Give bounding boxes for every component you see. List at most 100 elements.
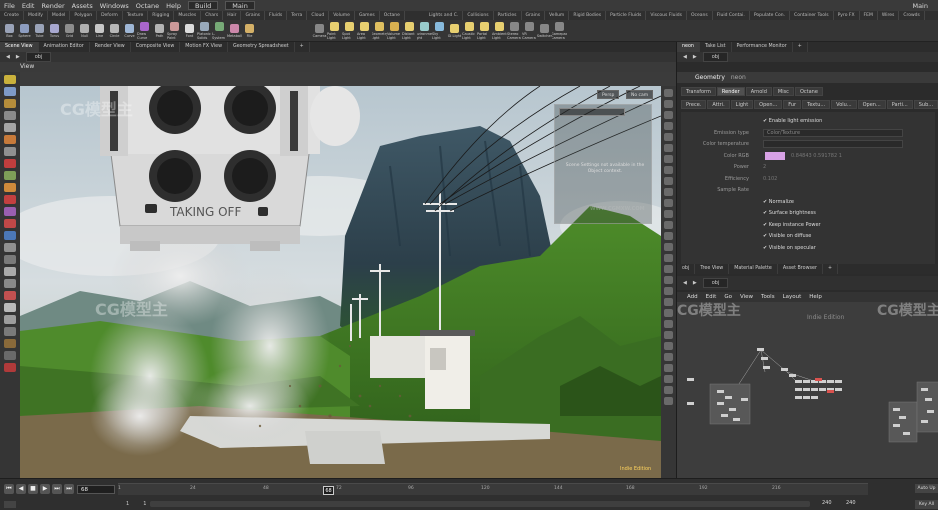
tab-neon[interactable]: neon: [677, 42, 700, 52]
range-start2-label[interactable]: 1: [143, 501, 146, 507]
shelf-tool-volume-light[interactable]: Volume Light: [387, 20, 402, 42]
network-node[interactable]: [835, 380, 842, 383]
network-node[interactable]: [761, 357, 768, 360]
jump-start-icon[interactable]: ⏮: [4, 484, 14, 494]
add-network-tab-button[interactable]: +: [823, 264, 838, 274]
network-node[interactable]: [733, 418, 740, 421]
transform-tool-icon[interactable]: [4, 87, 16, 96]
forward-arrow-icon[interactable]: ▶: [16, 54, 20, 60]
shelf-tool-font[interactable]: Font: [182, 20, 197, 42]
shelf-tab[interactable]: Texture: [123, 11, 149, 20]
network-node[interactable]: [835, 388, 842, 391]
shelf-tab[interactable]: Terra: [287, 11, 308, 20]
range-start-label[interactable]: 1: [126, 501, 129, 507]
network-node[interactable]: [729, 408, 736, 411]
network-node[interactable]: [725, 396, 732, 399]
shelf-tool-environment-light[interactable]: Environment Light: [417, 20, 432, 42]
network-node[interactable]: [903, 432, 910, 435]
network-node[interactable]: [789, 374, 796, 377]
shelf-tool-spot-light[interactable]: Spot Light: [342, 20, 357, 42]
network-node[interactable]: [717, 402, 724, 405]
network-node[interactable]: [803, 388, 810, 391]
display-toggle-17-icon[interactable]: [664, 265, 673, 273]
param-subtab[interactable]: Fur: [783, 100, 802, 109]
shelf-tab[interactable]: Lights and C.: [425, 11, 464, 20]
shelf-tool-spray-paint[interactable]: Spray Paint: [167, 20, 182, 42]
tool-21-icon[interactable]: [4, 315, 16, 324]
shelf-tab[interactable]: Hair: [223, 11, 242, 20]
param-subtab[interactable]: Open...: [754, 100, 783, 109]
net-menu-layout[interactable]: Layout: [783, 292, 802, 302]
param-field[interactable]: Color/Texture: [763, 128, 903, 137]
shelf-tool-vr-camera[interactable]: VR Camera: [522, 20, 537, 42]
shelf-tab[interactable]: Rigid Bodies: [569, 11, 607, 20]
light-icon[interactable]: [4, 303, 16, 312]
shelf-tool-sphere[interactable]: Sphere: [17, 20, 32, 42]
shelf-tab[interactable]: Viscous Fluids: [646, 11, 687, 20]
display-toggle-16-icon[interactable]: [664, 254, 673, 262]
network-node[interactable]: [795, 388, 802, 391]
network-node[interactable]: [893, 408, 900, 411]
play-backward-icon[interactable]: ◀: [16, 484, 26, 494]
shelf-tool-torus[interactable]: Torus: [47, 20, 62, 42]
network-node[interactable]: [921, 420, 928, 423]
param-subtab[interactable]: Sub...: [913, 100, 938, 109]
snap-icon[interactable]: [4, 171, 16, 180]
param-subtab[interactable]: Volu...: [831, 100, 857, 109]
handle-tool-icon[interactable]: [4, 111, 16, 120]
display-toggle-26-icon[interactable]: [664, 364, 673, 372]
param-checkbox[interactable]: ✔ Enable light emission: [763, 116, 822, 126]
network-node[interactable]: [763, 366, 770, 369]
shelf-tab[interactable]: Games: [355, 11, 380, 20]
param-forward-arrow-icon[interactable]: ▶: [693, 54, 697, 60]
jump-end-icon[interactable]: ⏭: [64, 484, 74, 494]
net-menu-go[interactable]: Go: [724, 292, 732, 302]
menu-assets[interactable]: Assets: [72, 2, 93, 10]
tool-25-icon[interactable]: [4, 363, 16, 372]
add-right-tab-button[interactable]: +: [793, 42, 808, 52]
display-options-icon[interactable]: [4, 243, 16, 252]
tab-composite-view[interactable]: Composite View: [131, 42, 181, 52]
pose-tool-icon[interactable]: [4, 99, 16, 108]
shelf-tab[interactable]: Container Tools: [790, 11, 834, 20]
network-node-error[interactable]: [827, 390, 834, 393]
display-toggle-29-icon[interactable]: [664, 397, 673, 405]
tab-scene-view[interactable]: Scene View: [0, 42, 39, 52]
magnet-icon[interactable]: [4, 183, 16, 192]
menu-windows[interactable]: Windows: [100, 2, 129, 10]
scene-settings-field[interactable]: [559, 108, 625, 116]
shelf-tool-gi-light[interactable]: GI Light: [447, 20, 462, 42]
param-field[interactable]: [763, 140, 903, 148]
tool-23-icon[interactable]: [4, 339, 16, 348]
range-end2-label[interactable]: 240: [846, 500, 856, 506]
shelf-tool-grid[interactable]: Grid: [62, 20, 77, 42]
shelf-tab[interactable]: Modify: [24, 11, 48, 20]
display-toggle-28-icon[interactable]: [664, 386, 673, 394]
network-node[interactable]: [819, 388, 826, 391]
network-node-error[interactable]: [815, 378, 822, 381]
shelf-tool-line[interactable]: Line: [92, 20, 107, 42]
network-node[interactable]: [921, 388, 928, 391]
visualize-icon[interactable]: [4, 207, 16, 216]
shelf-tab[interactable]: FEM: [860, 11, 878, 20]
shelf-tab[interactable]: Grains: [241, 11, 266, 20]
param-checkbox[interactable]: ✔ Keep instance Power: [763, 220, 821, 230]
shelf-tool-gamepad-camera[interactable]: Gamepad Camera: [552, 20, 567, 42]
param-checkbox[interactable]: ✔ Surface brightness: [763, 208, 816, 218]
param-subtab[interactable]: Textu...: [802, 100, 831, 109]
shelf-tab[interactable]: Vellum: [545, 11, 570, 20]
shelf-tool-sky-light[interactable]: Sky Light: [432, 20, 447, 42]
shelf-tab[interactable]: Volume: [329, 11, 355, 20]
network-path-field[interactable]: obj: [25, 52, 52, 62]
shelf-tool-file[interactable]: File: [242, 20, 257, 42]
display-toggle-4-icon[interactable]: [664, 122, 673, 130]
shelf-tab[interactable]: Fluids: [265, 11, 288, 20]
shelf-tab[interactable]: Populate Con.: [750, 11, 791, 20]
back-arrow-icon[interactable]: ◀: [6, 54, 10, 60]
shelf-tab[interactable]: Cloud: [307, 11, 330, 20]
tab-arnold[interactable]: Arnold: [745, 87, 772, 96]
shelf-tab[interactable]: Oceans: [687, 11, 713, 20]
desktop-selector-build[interactable]: Build: [187, 1, 219, 10]
shelf-tool-point-light[interactable]: Point Light: [327, 20, 342, 42]
shelf-tab[interactable]: Collisions: [463, 11, 494, 20]
